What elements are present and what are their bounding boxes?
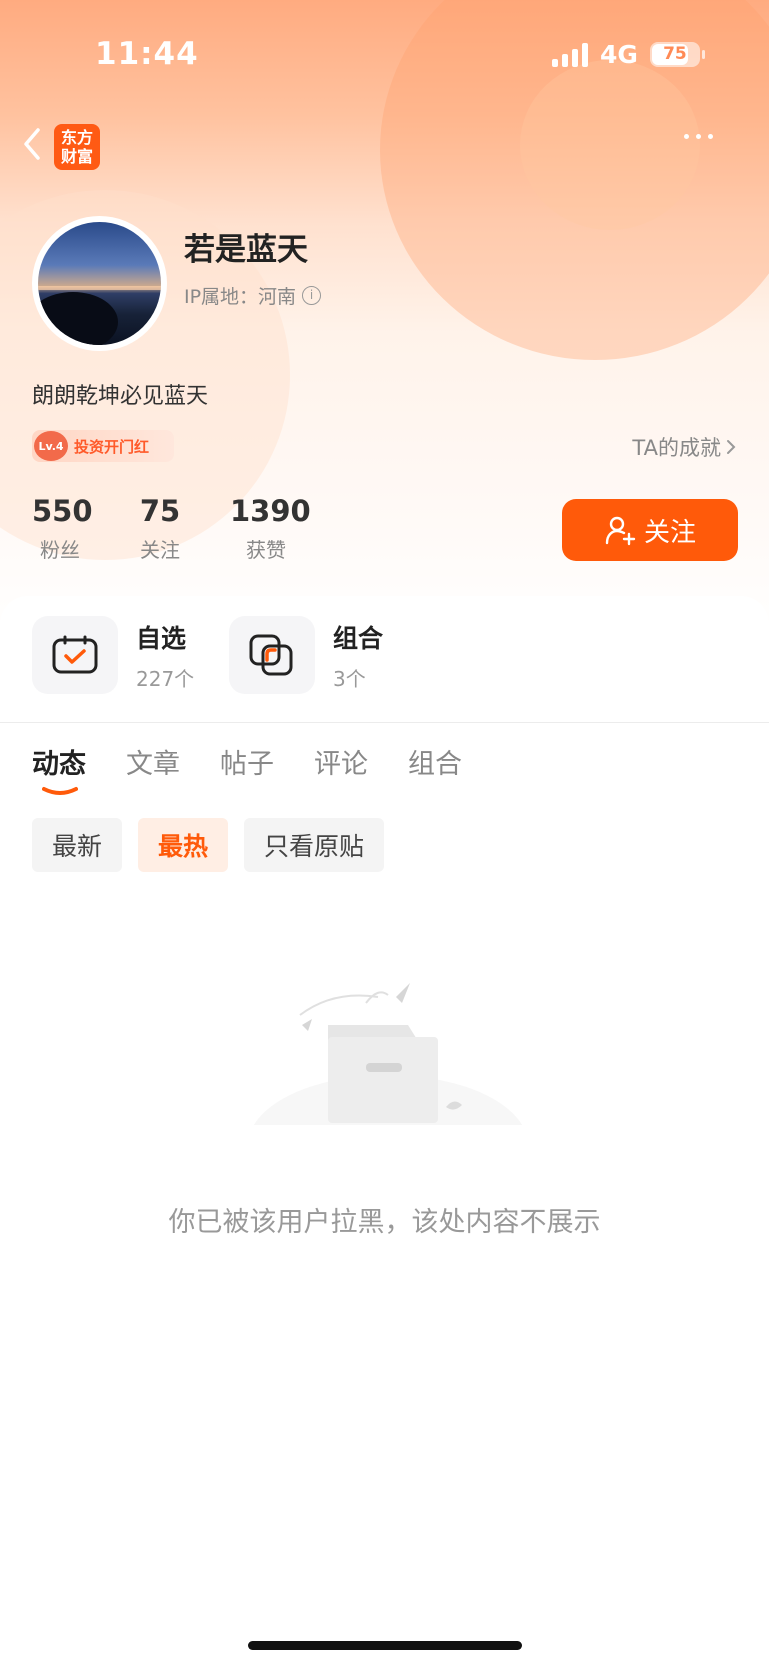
logo-text: 东方 <box>60 128 93 147</box>
achievements-label: TA的成就 <box>632 436 721 460</box>
divider <box>0 722 769 723</box>
user-bio: 朗朗乾坤必见蓝天 <box>32 384 209 409</box>
app-logo[interactable]: 东方 财富 <box>54 124 100 170</box>
tab-articles[interactable]: 文章 <box>126 742 180 781</box>
tab-dynamics[interactable]: 动态 <box>32 742 86 781</box>
stat-likes[interactable]: 1390 获赞 <box>230 494 311 563</box>
avatar[interactable] <box>38 222 161 345</box>
achievements-link[interactable]: TA的成就 <box>632 432 737 462</box>
badge-label: 投资开门红 <box>74 437 150 456</box>
filter-hottest[interactable]: 最热 <box>138 818 229 872</box>
shortcut-count: 3个 <box>333 666 366 691</box>
shortcut-title: 自选 <box>136 623 187 653</box>
active-tab-indicator <box>42 787 78 795</box>
stat-label: 关注 <box>140 538 180 562</box>
content-tabs: 动态 文章 帖子 评论 组合 <box>32 742 462 781</box>
logo-text: 财富 <box>60 147 93 166</box>
status-time: 11:44 <box>95 36 199 72</box>
sort-filters: 最新 最热 只看原贴 <box>32 818 385 872</box>
network-type: 4G <box>600 40 638 69</box>
dot <box>708 134 713 139</box>
tab-posts[interactable]: 帖子 <box>220 742 274 781</box>
level-icon: Lv.4 <box>34 431 68 461</box>
follow-button[interactable]: 关注 <box>562 499 738 561</box>
stat-value: 1390 <box>230 494 311 528</box>
empty-state-message: 你已被该用户拉黑，该处内容不展示 <box>168 1207 601 1238</box>
watchlist-icon <box>32 616 118 694</box>
back-button[interactable] <box>18 124 48 164</box>
chevron-left-icon <box>24 128 40 160</box>
cell-signal-icon <box>552 42 588 67</box>
battery-icon: 75 <box>649 42 705 67</box>
home-indicator[interactable] <box>248 1641 522 1650</box>
add-user-icon <box>605 516 636 546</box>
decor-smile <box>520 60 700 230</box>
stat-label: 粉丝 <box>40 538 80 562</box>
tab-portfolios[interactable]: 组合 <box>408 742 462 781</box>
ip-location: IP属地：河南 i <box>184 282 322 309</box>
stat-label: 获赞 <box>246 538 286 562</box>
stat-value: 75 <box>139 494 181 528</box>
dot <box>696 134 701 139</box>
stat-fans[interactable]: 550 粉丝 <box>32 494 93 563</box>
ip-location-text: IP属地：河南 <box>184 286 297 308</box>
filter-latest[interactable]: 最新 <box>32 818 123 872</box>
user-name: 若是蓝天 <box>184 232 308 268</box>
level-badge[interactable]: Lv.4 投资开门红 <box>32 430 174 462</box>
filter-original-only[interactable]: 只看原贴 <box>244 818 385 872</box>
info-icon[interactable]: i <box>302 286 322 305</box>
shortcut-portfolio[interactable]: 组合 3个 <box>229 616 383 694</box>
battery-level: 75 <box>663 44 687 64</box>
empty-box-illustration <box>238 983 538 1155</box>
dot <box>684 134 689 139</box>
shortcut-title: 组合 <box>333 623 384 653</box>
shortcut-watchlist[interactable]: 自选 227个 <box>32 616 194 694</box>
portfolio-icon <box>229 616 315 694</box>
shortcut-count: 227个 <box>136 666 195 691</box>
chevron-right-icon <box>727 440 736 454</box>
stat-value: 550 <box>32 494 93 528</box>
more-options-button[interactable] <box>684 134 713 139</box>
status-indicators: 4G 75 <box>552 40 705 69</box>
stat-following[interactable]: 75 关注 <box>134 494 186 563</box>
follow-label: 关注 <box>643 517 696 548</box>
tab-comments[interactable]: 评论 <box>314 742 368 781</box>
